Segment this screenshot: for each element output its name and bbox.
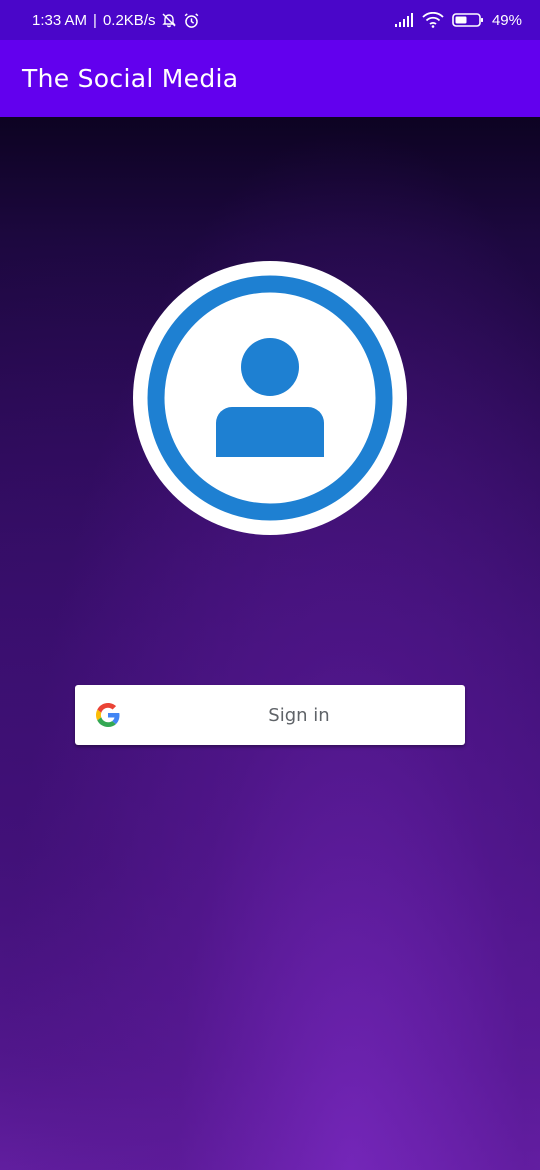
alarm-icon: [183, 12, 200, 29]
signal-icon: [394, 13, 414, 27]
mute-bell-icon: [161, 12, 177, 28]
google-signin-button[interactable]: Sign in: [75, 685, 465, 745]
signin-label: Sign in: [268, 704, 330, 726]
status-right: 49%: [394, 12, 522, 29]
profile-avatar: [133, 261, 407, 535]
wifi-icon: [422, 12, 444, 28]
battery-percent: 49%: [491, 11, 522, 29]
status-bar: 1:33 AM | 0.2KB/s 49%: [0, 0, 540, 40]
status-separator: |: [93, 11, 97, 29]
app-title: The Social Media: [22, 64, 239, 93]
battery-icon: [452, 12, 484, 28]
app-bar: The Social Media: [0, 40, 540, 117]
google-icon: [96, 703, 120, 727]
main-content: Sign in: [0, 117, 540, 1170]
status-network-speed: 0.2KB/s: [102, 11, 156, 29]
person-icon: [133, 261, 407, 535]
status-left: 1:33 AM | 0.2KB/s: [32, 12, 200, 29]
status-time: 1:33 AM: [32, 11, 88, 29]
